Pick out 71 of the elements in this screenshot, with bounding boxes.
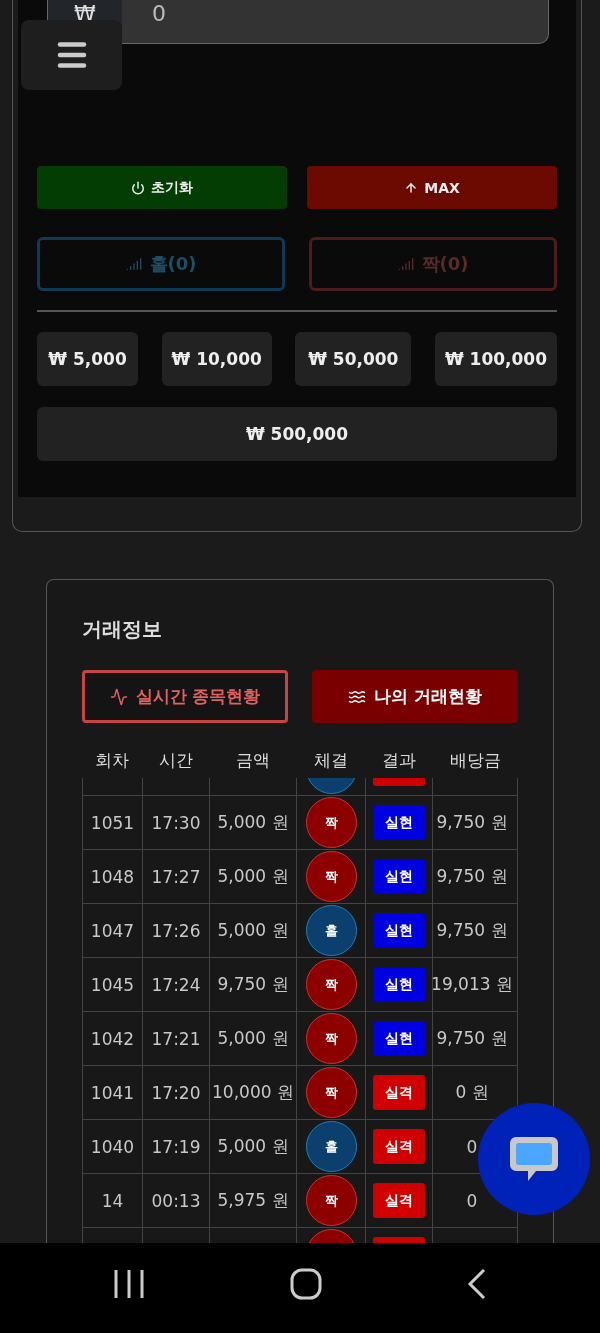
- table-cell: 5,000 원: [209, 1012, 296, 1065]
- table-cell: 17:19: [142, 1120, 209, 1173]
- tab[interactable]: 나의 거래현황: [312, 670, 518, 723]
- table-cell: 9,750 원: [432, 796, 518, 849]
- table-cell: 17:20: [142, 1066, 209, 1119]
- table-cell: 10,000 원: [209, 1066, 296, 1119]
- result-badge: 실격: [373, 1183, 425, 1218]
- power-icon: [131, 180, 145, 195]
- table-cell: 5,000 원: [209, 1120, 296, 1173]
- table-cell: 1051: [82, 796, 142, 849]
- amount-chip[interactable]: ₩ 50,000: [295, 332, 412, 386]
- table-cell: 5,975 원: [209, 1174, 296, 1227]
- table-cell: 9,750 원: [432, 1012, 518, 1065]
- table-cell: 1040: [82, 1120, 142, 1173]
- column-header: 체결: [312, 748, 349, 772]
- result-badge: 실현: [373, 967, 425, 1002]
- table-cell: 9,750 원: [432, 904, 518, 957]
- result-badge: 실현: [373, 859, 425, 894]
- table-cell: 1041: [82, 1066, 142, 1119]
- tab[interactable]: 실시간 종목현황: [82, 670, 288, 723]
- bet-circle: 홀: [305, 1121, 357, 1172]
- back-button[interactable]: [467, 1268, 488, 1300]
- home-button[interactable]: [290, 1268, 322, 1300]
- table-cell: 1048: [82, 850, 142, 903]
- result-badge: 실격: [373, 1129, 425, 1164]
- reset-button[interactable]: 초기화: [37, 166, 287, 209]
- result-badge: 실현: [373, 1021, 425, 1056]
- pulse-icon: [109, 687, 128, 706]
- recent-apps-button[interactable]: [112, 1269, 145, 1299]
- table-cell: 5,000 원: [209, 850, 296, 903]
- result-badge: 실현: [373, 805, 425, 840]
- bet-circle: 짝: [305, 797, 357, 848]
- table-cell: 17:21: [142, 1012, 209, 1065]
- menu-button[interactable]: [21, 20, 122, 90]
- max-button[interactable]: MAX: [307, 166, 557, 209]
- bet-circle: 짝: [305, 1175, 357, 1226]
- result-badge: 실격: [373, 1075, 425, 1110]
- column-header: 회차: [94, 748, 130, 772]
- table-cell: 1047: [82, 904, 142, 957]
- table-cell: 14: [82, 1174, 142, 1227]
- amount-value: 0: [151, 0, 166, 28]
- column-header: 금액: [234, 748, 271, 772]
- signal-icon: [397, 256, 414, 272]
- table-cell: 17:27: [142, 850, 209, 903]
- bet-circle: 짝: [305, 1013, 357, 1064]
- table-cell: 1042: [82, 1012, 142, 1065]
- table-cell: 17:30: [142, 796, 209, 849]
- table-cell: 17:26: [142, 904, 209, 957]
- table-cell: 5,000 원: [209, 796, 296, 849]
- table-cell: 1045: [82, 958, 142, 1011]
- bet-circle: 홀: [305, 905, 357, 956]
- bet-circle: 짝: [305, 851, 357, 902]
- result-badge: 실현: [373, 913, 425, 948]
- column-header: 배당금: [448, 748, 502, 772]
- amount-chip[interactable]: ₩ 100,000: [434, 332, 557, 386]
- column-header: 시간: [157, 748, 194, 772]
- table-cell: 9,750 원: [432, 850, 518, 903]
- bet-circle: 짝: [305, 1067, 357, 1118]
- table-cell: 9,750 원: [209, 958, 296, 1011]
- table-cell: 5,000 원: [209, 904, 296, 957]
- signal-icon: [125, 256, 142, 272]
- table-cell: 19,013 원: [432, 958, 518, 1011]
- amount-chip[interactable]: ₩ 5,000: [37, 332, 138, 386]
- amount-chip[interactable]: ₩ 500,000: [37, 407, 557, 461]
- column-header: 결과: [380, 748, 417, 772]
- table-cell: 00:13: [142, 1174, 209, 1227]
- bet-circle: 짝: [305, 959, 357, 1010]
- amount-chip[interactable]: ₩ 10,000: [161, 332, 272, 386]
- amount-field[interactable]: ₩ 0: [47, 0, 549, 44]
- section-title: 거래정보: [82, 616, 163, 643]
- table-cell: 17:24: [142, 958, 209, 1011]
